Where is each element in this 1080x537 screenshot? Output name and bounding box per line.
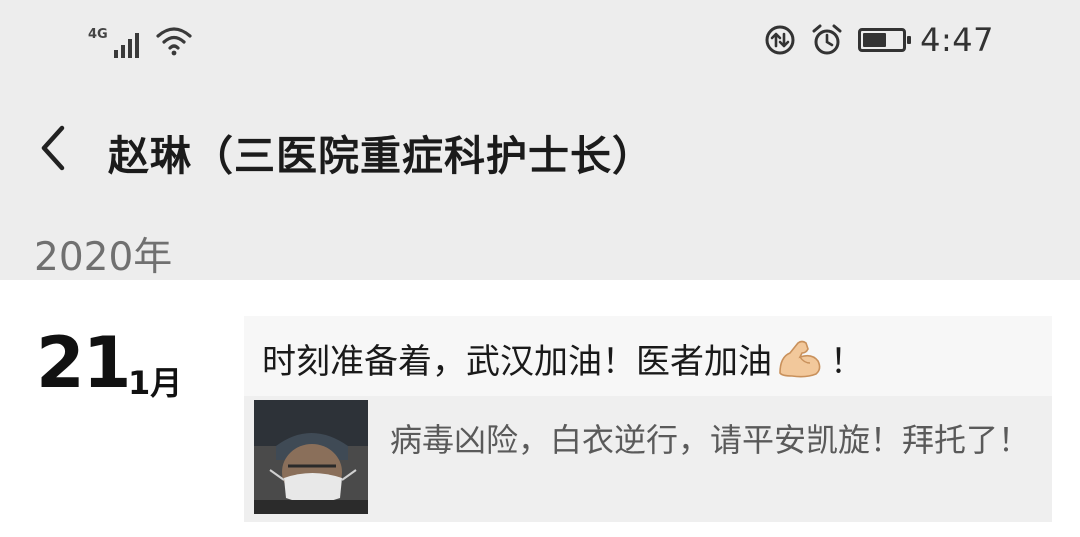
data-saver-icon bbox=[765, 25, 795, 55]
wifi-icon bbox=[156, 27, 192, 56]
chevron-left-icon bbox=[41, 125, 65, 171]
timeline-post[interactable]: 时刻准备着，武汉加油！医者加油 ！ 病毒凶险，白衣逆行，请平安凯旋！拜托了！ bbox=[244, 316, 1052, 522]
flexed-biceps-icon bbox=[779, 340, 821, 377]
entry-day: 21 bbox=[36, 322, 131, 404]
post-text-main: 时刻准备着，武汉加油！医者加油 bbox=[262, 342, 772, 382]
post-text: 时刻准备着，武汉加油！医者加油 ！ bbox=[262, 334, 864, 383]
shared-thumbnail bbox=[254, 400, 368, 514]
page-title: 赵琳（三医院重症科护士长） bbox=[108, 132, 654, 180]
title-bar: 赵琳（三医院重症科护士长） bbox=[0, 100, 1080, 200]
year-label: 2020年 bbox=[34, 235, 173, 280]
back-button[interactable] bbox=[32, 118, 82, 178]
status-right: 4:47 bbox=[764, 21, 994, 59]
masked-doctor-photo bbox=[254, 400, 368, 514]
clock: 4:47 bbox=[920, 21, 994, 59]
status-bar: 4G 4:47 bbox=[0, 0, 1080, 80]
network-type-label: 4G bbox=[88, 27, 108, 42]
alarm-icon bbox=[812, 24, 842, 55]
shared-link-title: 病毒凶险，白衣逆行，请平安凯旋！拜托了！ bbox=[390, 421, 1031, 459]
battery-icon bbox=[858, 28, 912, 52]
signal-icon bbox=[113, 32, 139, 58]
entry-month: 1月 bbox=[128, 364, 183, 402]
post-text-end: ！ bbox=[830, 342, 864, 382]
timeline-content: 21 1月 时刻准备着，武汉加油！医者加油 ！ 病毒凶险，白衣逆行，请平安凯旋！… bbox=[0, 280, 1080, 537]
shared-link-card[interactable]: 病毒凶险，白衣逆行，请平安凯旋！拜托了！ bbox=[244, 396, 1052, 522]
battery-level bbox=[863, 33, 887, 47]
status-left: 4G bbox=[88, 22, 193, 58]
